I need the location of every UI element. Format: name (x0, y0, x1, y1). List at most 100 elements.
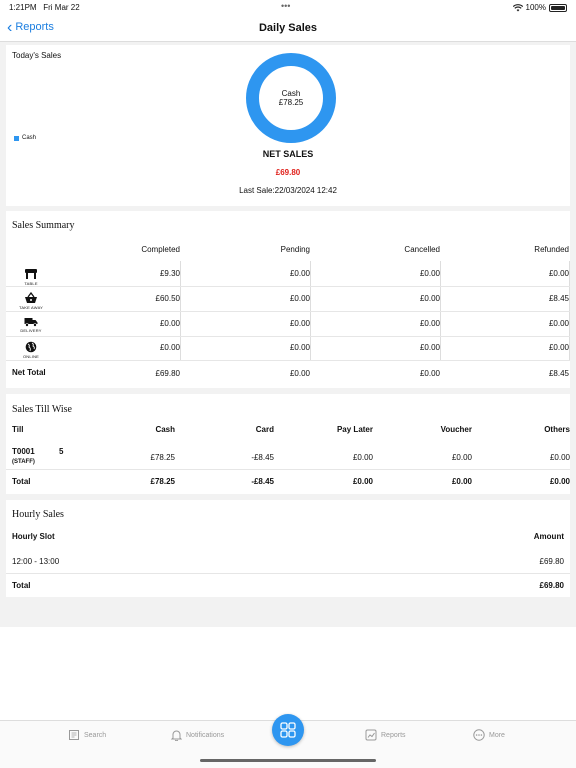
hourly-sales-card: Hourly Sales Hourly Slot Amount 12:00 - … (6, 500, 570, 597)
basket-icon (25, 292, 37, 303)
cell-takeaway-refunded: £8.45 (548, 294, 569, 303)
cell-online-completed: £0.00 (159, 343, 180, 352)
status-bar: 1:21PM Fri Mar 22 ••• 100% (0, 0, 576, 14)
tab-reports-label: Reports (381, 731, 406, 739)
net-total-cancelled: £0.00 (419, 369, 440, 378)
home-indicator[interactable] (200, 759, 376, 762)
col-cancelled: Cancelled (404, 245, 440, 254)
till-total-label: Total (12, 477, 31, 486)
page-title: Daily Sales (258, 22, 318, 34)
cell-delivery-completed: £0.00 (159, 319, 180, 328)
cell-table-refunded: £0.00 (548, 269, 569, 278)
tab-search[interactable]: Search (68, 729, 106, 741)
row-divider (6, 311, 570, 312)
globe-icon (25, 341, 37, 353)
row-take-away: TAKE AWAY (11, 292, 51, 310)
battery-icon (549, 3, 567, 12)
legend-label: Cash (22, 135, 37, 141)
bell-icon (171, 730, 182, 741)
donut-label: Cash (281, 89, 301, 98)
till-total-voucher: £0.00 (451, 477, 472, 486)
col-pay-later: Pay Later (336, 425, 373, 434)
delivery-truck-icon (24, 318, 38, 327)
net-total-completed: £69.80 (155, 369, 180, 378)
cell-online-cancelled: £0.00 (419, 343, 440, 352)
till-others: £0.00 (549, 453, 570, 462)
sales-donut-chart[interactable]: Cash £78.25 (246, 53, 336, 143)
cell-delivery-refunded: £0.00 (548, 319, 569, 328)
col-cash: Cash (155, 425, 175, 434)
cell-takeaway-cancelled: £0.00 (419, 294, 440, 303)
cell-online-refunded: £0.00 (548, 343, 569, 352)
net-total-refunded: £8.45 (548, 369, 569, 378)
hourly-sales-title: Hourly Sales (12, 509, 64, 520)
navigation-bar: ‹ Reports Daily Sales (0, 14, 576, 42)
till-total-others: £0.00 (549, 477, 570, 486)
col-card: Card (255, 425, 274, 434)
cell-table-completed: £9.30 (159, 269, 180, 278)
net-total-pending: £0.00 (289, 369, 310, 378)
hourly-total-label: Total (12, 581, 31, 590)
table-icon (25, 269, 37, 279)
todays-sales-card: Today's Sales Cash £78.25 Cash NET SALES… (6, 45, 570, 206)
till-card: -£8.45 (251, 453, 274, 462)
grid-icon (280, 722, 296, 738)
legend-swatch (14, 135, 19, 141)
donut-value: £78.25 (278, 98, 304, 107)
net-sales-value: £69.80 (275, 168, 301, 177)
tab-more[interactable]: More (473, 729, 505, 741)
col-others: Others (544, 425, 570, 434)
chart-legend: Cash (14, 135, 36, 141)
till-count: 5 (59, 447, 64, 456)
col-voucher: Voucher (440, 425, 472, 434)
till-staff: (STAFF) (12, 459, 35, 465)
tab-notifications-label: Notifications (186, 731, 225, 739)
wifi-icon (512, 3, 523, 11)
col-pending: Pending (280, 245, 310, 254)
reports-chart-icon (365, 729, 377, 741)
till-total-cash: £78.25 (150, 477, 175, 486)
hourly-total-value: £69.80 (539, 581, 564, 590)
row-divider (6, 336, 570, 337)
cell-online-pending: £0.00 (289, 343, 310, 352)
status-time: 1:21PM Fri Mar 22 (9, 3, 80, 12)
home-grid-button[interactable] (272, 714, 304, 746)
net-total-label: Net Total (12, 368, 46, 377)
cell-delivery-cancelled: £0.00 (419, 319, 440, 328)
col-refunded: Refunded (534, 245, 569, 254)
donut-ring: Cash £78.25 (246, 53, 336, 143)
sales-summary-title: Sales Summary (12, 220, 75, 231)
sales-till-title: Sales Till Wise (12, 404, 72, 415)
row-label: DELIVERY (20, 328, 42, 333)
row-divider (6, 573, 570, 574)
till-id: T0001 (12, 447, 35, 456)
hourly-amount-value: £69.80 (539, 557, 564, 566)
search-icon (69, 730, 79, 740)
more-icon (473, 729, 485, 741)
cell-delivery-pending: £0.00 (289, 319, 310, 328)
row-delivery: DELIVERY (11, 317, 51, 333)
row-label: ONLINE (22, 354, 40, 359)
tab-reports[interactable]: Reports (365, 729, 406, 741)
row-online: ONLINE (11, 341, 51, 359)
col-till: Till (12, 425, 24, 434)
col-completed: Completed (141, 245, 180, 254)
sales-summary-card: Sales Summary Completed Pending Cancelle… (6, 211, 570, 388)
till-total-pay-later: £0.00 (352, 477, 373, 486)
cell-table-cancelled: £0.00 (419, 269, 440, 278)
till-cash: £78.25 (150, 453, 175, 462)
col-amount: Amount (533, 532, 564, 541)
cell-takeaway-completed: £60.50 (155, 294, 180, 303)
tab-notifications[interactable]: Notifications (171, 729, 224, 741)
tab-more-label: More (489, 731, 505, 739)
cell-takeaway-pending: £0.00 (289, 294, 310, 303)
net-sales-label: NET SALES (262, 149, 314, 159)
till-pay-later: £0.00 (352, 453, 373, 462)
multitasking-dots-icon[interactable]: ••• (281, 1, 290, 11)
sales-till-wise-card: Sales Till Wise Till Cash Card Pay Later… (6, 394, 570, 494)
row-divider (6, 286, 570, 287)
col-hourly-slot: Hourly Slot (12, 532, 55, 541)
till-voucher: £0.00 (451, 453, 472, 462)
empty-area (0, 627, 576, 720)
todays-sales-title: Today's Sales (12, 51, 62, 60)
